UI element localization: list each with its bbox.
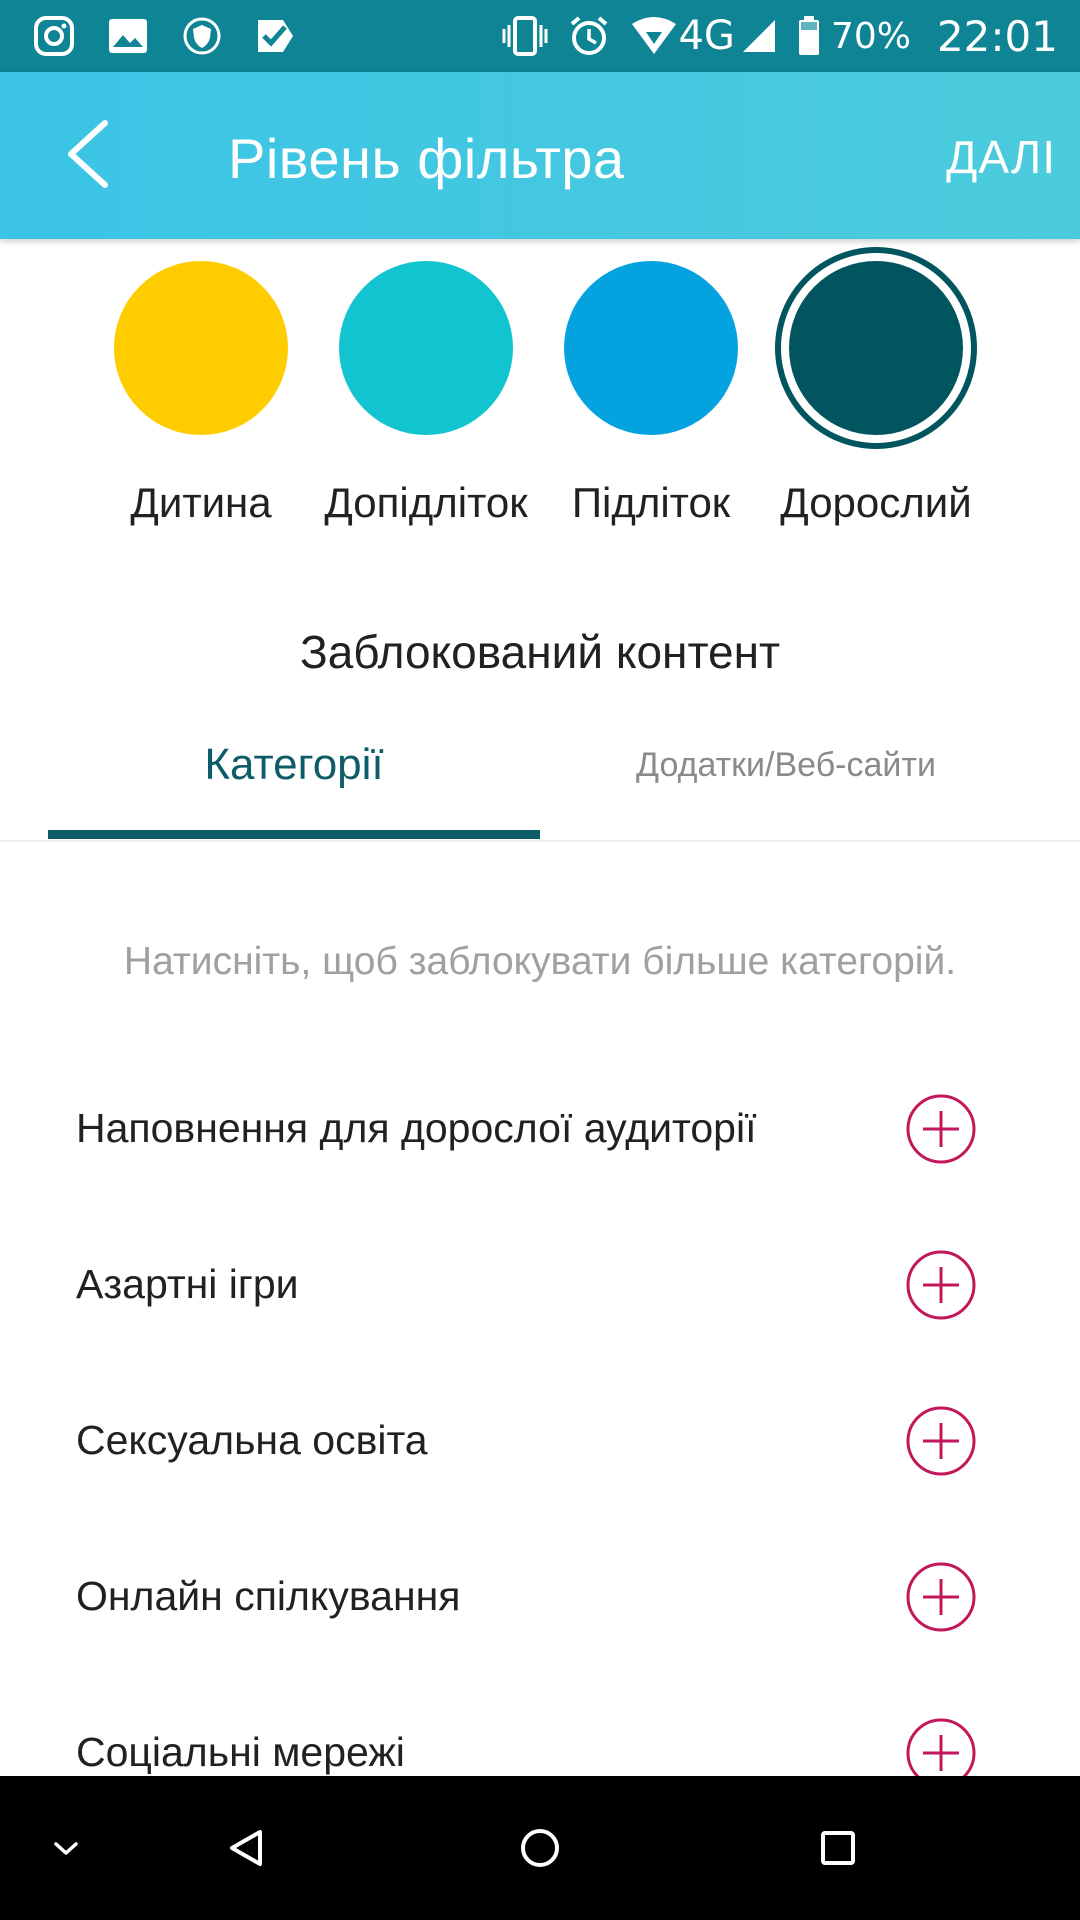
- content-tabs: Категорії Додатки/Веб-сайти: [0, 690, 1080, 842]
- category-label: Наповнення для дорослої аудиторії: [76, 1105, 757, 1151]
- chevron-down-icon: [54, 1842, 78, 1855]
- square-recents-icon: [821, 1831, 855, 1865]
- chevron-left-icon: [65, 119, 111, 194]
- level-adult-label: Дорослий: [780, 479, 972, 526]
- vpn-shield-icon: [180, 14, 224, 58]
- category-label: Сексуальна освіта: [76, 1417, 428, 1463]
- category-label: Соціальні мережі: [76, 1729, 405, 1775]
- active-tab-indicator: [48, 830, 540, 839]
- category-label: Онлайн спілкування: [76, 1573, 461, 1619]
- category-list: Наповнення для дорослої аудиторії Азартн…: [0, 1065, 1080, 1845]
- list-item: Наповнення для дорослої аудиторії: [0, 1065, 1080, 1221]
- circle-home-icon: [521, 1829, 559, 1867]
- instagram-icon: [32, 14, 76, 58]
- back-button[interactable]: [58, 112, 118, 200]
- wifi-icon: [630, 14, 678, 58]
- hint-text: Натисніть, щоб заблокувати більше катего…: [123, 940, 957, 983]
- add-category-button[interactable]: [905, 1405, 977, 1477]
- nav-recents-button[interactable]: [806, 1816, 870, 1880]
- list-item: Азартні ігри: [0, 1221, 1080, 1377]
- alarm-icon: [568, 14, 610, 58]
- battery-icon: [797, 14, 821, 58]
- triangle-back-icon: [230, 1830, 262, 1866]
- add-category-button[interactable]: [905, 1249, 977, 1321]
- battery-percent: 70%: [830, 15, 911, 57]
- vibrate-icon: [502, 14, 548, 58]
- tab-apps-websites[interactable]: Додатки/Веб-сайти: [540, 690, 1032, 840]
- clock: 22:01: [936, 11, 1058, 61]
- category-label: Азартні ігри: [76, 1261, 299, 1307]
- next-button[interactable]: ДАЛІ: [946, 130, 1056, 184]
- network-type: 4G: [678, 13, 735, 59]
- filter-level-selector: Дитина Допідліток Підліток Дорослий: [0, 239, 1080, 539]
- level-adult-circle[interactable]: [789, 261, 963, 435]
- list-item: Онлайн спілкування: [0, 1533, 1080, 1689]
- app-bar: Рівень фільтра ДАЛІ: [0, 72, 1080, 239]
- page-title: Рівень фільтра: [228, 127, 625, 190]
- list-item: Сексуальна освіта: [0, 1377, 1080, 1533]
- signal-icon: [741, 14, 777, 58]
- level-child-circle[interactable]: [114, 261, 288, 435]
- status-notification-icons: [32, 14, 328, 58]
- level-teen-circle[interactable]: [564, 261, 738, 435]
- system-navigation-bar: [0, 1776, 1080, 1920]
- task-check-icon: [254, 14, 298, 58]
- nav-home-button[interactable]: [508, 1816, 572, 1880]
- nav-back-button[interactable]: [214, 1816, 278, 1880]
- plus-circle-icon: [906, 1562, 976, 1632]
- plus-circle-icon: [906, 1406, 976, 1476]
- hide-nav-button[interactable]: [34, 1816, 98, 1880]
- blocked-content-title: Заблокований контент: [299, 626, 781, 678]
- add-category-button[interactable]: [905, 1561, 977, 1633]
- plus-circle-icon: [906, 1094, 976, 1164]
- tab-categories[interactable]: Категорії: [48, 690, 540, 840]
- status-system-icons: 4G 70% 22:01: [482, 10, 1058, 62]
- add-category-button[interactable]: [905, 1093, 977, 1165]
- plus-circle-icon: [906, 1250, 976, 1320]
- level-preteen-circle[interactable]: [339, 261, 513, 435]
- gallery-icon: [106, 14, 150, 58]
- status-bar: 4G 70% 22:01: [0, 0, 1080, 72]
